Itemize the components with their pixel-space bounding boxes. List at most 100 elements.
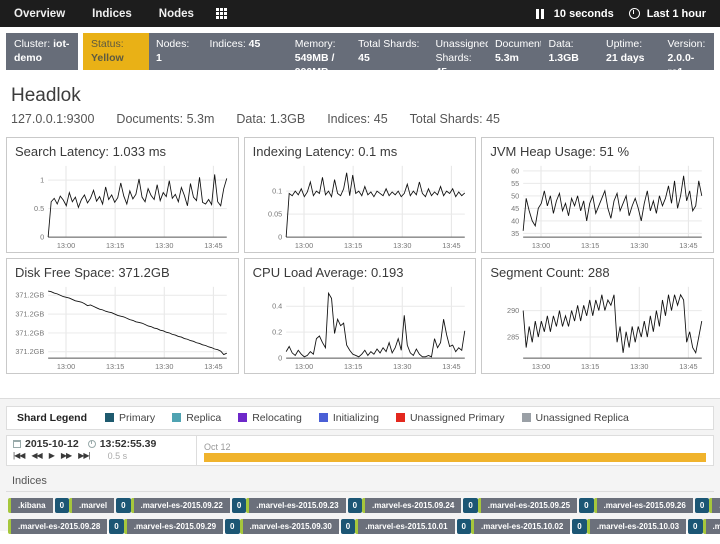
cluster-metric: Nodes: 1 [149,33,203,70]
chart-current-value: 51 % [599,144,629,159]
metric-label: Unassigned Shards: [435,38,487,64]
index-shard-count: 0 [457,519,471,534]
index-badge[interactable]: .marvel-es-2015.09.29 0 [124,519,240,534]
cluster-metrics-bar: Status: Yellow Nodes: 1 Indices: 45 [83,33,714,70]
metric-value: 2.0.0-rc1 [667,52,694,70]
indices-section-title: Indices [6,475,714,492]
line-chart: 13:0013:1513:3013:45371.2GB371.2GB371.2G… [13,280,232,372]
shard-activity-section: Shard Legend Primary Replica [0,398,720,531]
index-badge[interactable]: .marvel-es-2015.10.04 0 [703,519,720,534]
index-badge[interactable]: .marvel-es-2015.09.22 0 [131,498,247,513]
index-name: .marvel [69,498,114,513]
refresh-interval[interactable]: 10 seconds [554,8,614,20]
apps-grid-icon[interactable] [216,8,227,19]
svg-text:371.2GB: 371.2GB [15,290,44,299]
chart-current-value: 1.033 ms [113,144,166,159]
cluster-name-box: Cluster: iot-demo [6,33,78,70]
playback-button[interactable]: ▶ [49,451,54,460]
svg-text:60: 60 [511,166,519,175]
legend-label: Unassigned Replica [536,412,629,424]
nav-tab[interactable]: Overview [14,8,65,20]
index-shard-count: 0 [572,519,586,534]
line-chart: 13:0013:1513:3013:4510.50 [13,159,232,251]
cluster-metric: Documents: 5.3m [488,33,542,70]
cluster-summary-bar: Cluster: iot-demo Status: Yellow Nodes: … [6,33,714,70]
timeline-track[interactable]: Oct 12 [197,436,713,465]
index-name: .marvel-es-2015.09.28 [8,519,107,534]
index-name: .marvel-es-2015.10.04 [703,519,720,534]
svg-text:13:00: 13:00 [295,241,313,250]
index-name: .kibana [8,498,53,513]
node-detail: Headlok 127.0.0.1:9300 Documents: 5.3m D… [0,85,720,374]
nav-tab[interactable]: Indices [92,8,132,20]
index-badge[interactable]: .marvel-es-2015.09.30 0 [240,519,356,534]
clock-icon [629,8,640,19]
cluster-metric: Version: 2.0.0-rc1 [660,33,714,70]
legend-label: Initializing [333,412,379,424]
node-name-heading: Headlok [11,85,720,107]
pause-icon[interactable] [536,9,544,19]
index-badge[interactable]: .marvel-es-2015.09.28 0 [8,519,124,534]
index-badge[interactable]: .marvel-es-2015.10.02 0 [471,519,587,534]
app-root: Overview Indices Nodes 10 seconds Last 1… [0,0,720,531]
chart-title: Search Latency: 1.033 ms [15,144,232,159]
index-badge[interactable]: .marvel-es-2015.10.03 0 [587,519,703,534]
svg-text:13:00: 13:00 [57,241,75,250]
svg-text:13:45: 13:45 [680,362,698,371]
line-chart: 13:0013:1513:3013:45605550454035 [488,159,707,251]
chart-metric-name: CPU Load Average: [253,265,368,280]
index-name: .marvel-es-2015.10.03 [587,519,686,534]
index-badge[interactable]: .kibana 0 [8,498,69,513]
svg-text:13:15: 13:15 [344,241,362,250]
index-badge[interactable]: .marvel-es-2015.09.25 0 [478,498,594,513]
metric-label: Data: [548,38,573,50]
index-badge[interactable]: .marvel-es-2015.09.27 0 [709,498,720,513]
node-stat: Documents: 5.3m [116,112,214,126]
time-range-selector[interactable]: Last 1 hour [647,8,706,20]
svg-text:0.05: 0.05 [268,210,282,219]
metric-value: 45 [358,52,370,64]
index-shard-count: 0 [225,519,239,534]
svg-text:13:45: 13:45 [442,241,460,250]
svg-text:13:30: 13:30 [155,241,173,250]
playback-button[interactable]: ▶▶ [61,451,71,460]
index-shard-count: 0 [55,498,69,513]
svg-text:13:00: 13:00 [295,362,313,371]
svg-text:290: 290 [507,306,519,315]
node-stat: Total Shards: 45 [410,112,500,126]
chart-panel: Indexing Latency: 0.1 ms 13:0013:1513:30… [244,137,477,253]
svg-text:0: 0 [278,233,282,242]
index-badge[interactable]: .marvel-es-2015.09.23 0 [246,498,362,513]
legend-label: Unassigned Primary [410,412,505,424]
cluster-metrics: Nodes: 1 Indices: 45 Memory: 549MB / 990… [149,33,714,70]
line-chart: 13:0013:1513:3013:450.40.20 [251,280,470,372]
svg-text:13:15: 13:15 [344,362,362,371]
svg-text:13:45: 13:45 [442,362,460,371]
legend-label: Relocating [252,412,302,424]
nav-right-controls: 10 seconds Last 1 hour [536,8,706,20]
svg-text:0.5: 0.5 [34,204,44,213]
playback-button[interactable]: ◀◀ [31,451,41,460]
playback-speed: 0.5 s [108,451,128,461]
chart-metric-name: JVM Heap Usage: [490,144,596,159]
legend-swatch-icon [396,413,405,422]
legend-swatch-icon [172,413,181,422]
legend-swatch-icon [319,413,328,422]
metric-value: 1 [156,52,162,64]
chart-panel: CPU Load Average: 0.193 13:0013:1513:301… [244,258,477,374]
nav-tab[interactable]: Nodes [159,8,194,20]
svg-text:13:00: 13:00 [57,362,75,371]
index-badge[interactable]: .marvel-es-2015.09.24 0 [362,498,478,513]
svg-text:0: 0 [40,233,44,242]
index-shard-count: 0 [463,498,477,513]
index-badge[interactable]: .marvel 0 [69,498,130,513]
playback-button[interactable]: |◀◀ [13,451,24,460]
playback-button[interactable]: ▶▶| [78,451,89,460]
legend-item: Relocating [238,412,302,424]
svg-text:13:00: 13:00 [532,241,550,250]
timeline-bar[interactable] [204,453,706,462]
index-badge[interactable]: .marvel-es-2015.10.01 0 [355,519,471,534]
svg-text:0.2: 0.2 [272,327,282,336]
index-badge[interactable]: .marvel-es-2015.09.26 0 [594,498,710,513]
svg-text:35: 35 [511,229,519,238]
